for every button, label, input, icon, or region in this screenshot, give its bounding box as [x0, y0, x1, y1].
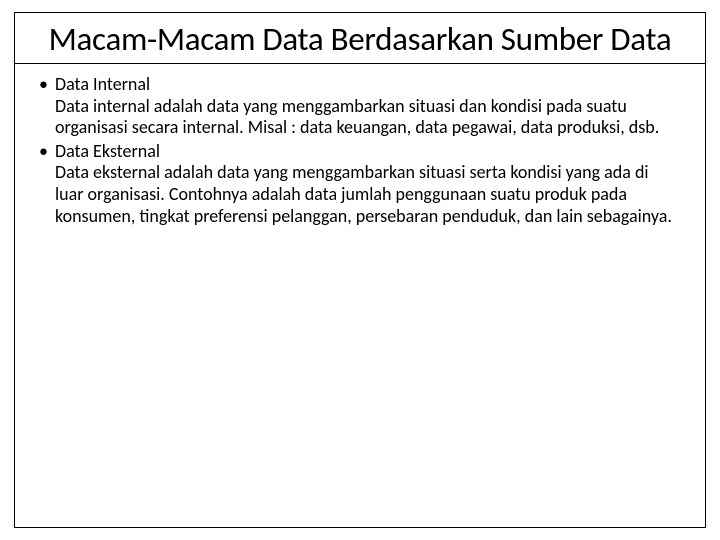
bullet-marker-icon: •	[39, 141, 48, 163]
bullet-heading: Data Internal	[55, 74, 677, 96]
bullet-description: Data internal adalah data yang menggamba…	[55, 96, 677, 139]
bullet-heading: Data Eksternal	[55, 141, 677, 163]
bullet-marker-icon: •	[39, 74, 48, 96]
bullet-item: • Data Eksternal Data eksternal adalah d…	[55, 141, 677, 227]
slide-container: Macam-Macam Data Berdasarkan Sumber Data…	[14, 12, 706, 528]
bullet-description: Data eksternal adalah data yang menggamb…	[55, 162, 677, 227]
content-block: • Data Internal Data internal adalah dat…	[15, 64, 705, 239]
title-block: Macam-Macam Data Berdasarkan Sumber Data	[15, 13, 705, 64]
slide-title: Macam-Macam Data Berdasarkan Sumber Data	[35, 21, 685, 59]
bullet-item: • Data Internal Data internal adalah dat…	[55, 74, 677, 139]
